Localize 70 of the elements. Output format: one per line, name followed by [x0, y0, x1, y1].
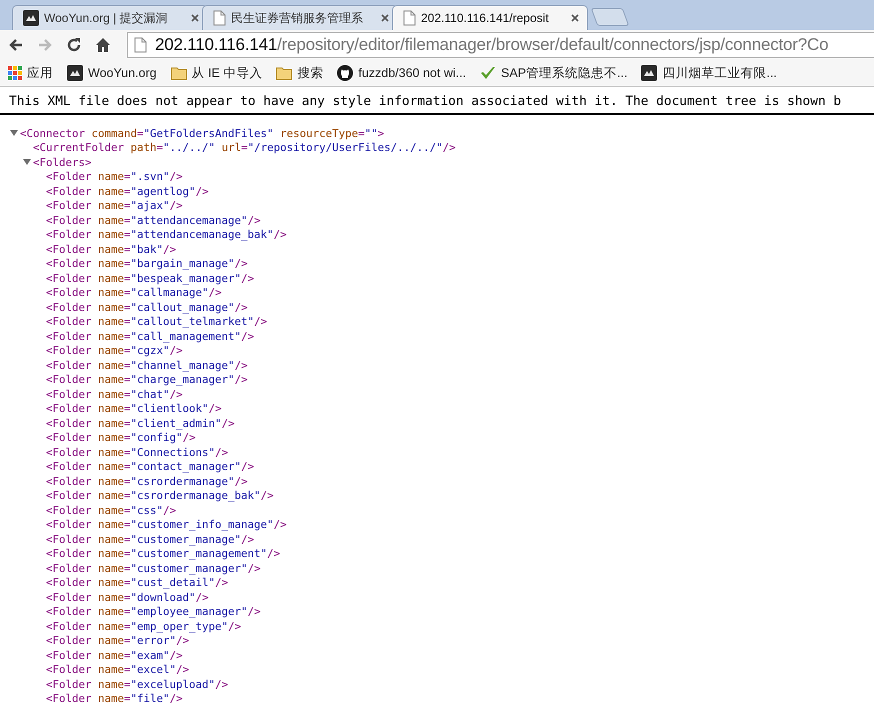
- xml-line: <Folder name="cgzx"/>: [46, 344, 183, 358]
- xml-line: <Folder name="attendancemanage"/>: [46, 214, 261, 227]
- check-icon: [480, 65, 496, 81]
- bookmark-item[interactable]: 应用: [8, 64, 53, 82]
- xml-line: <Folder name="charge_manager"/>: [46, 373, 248, 386]
- xml-line: <Connector command="GetFoldersAndFiles" resourceType="">: [20, 126, 384, 140]
- xml-notice: This XML file does not appear to have any style information associated with it. The document tree is shown b: [0, 87, 874, 115]
- page-icon: [134, 37, 147, 53]
- folder-icon: [276, 66, 292, 80]
- apps-grid-icon: [8, 66, 22, 80]
- close-icon[interactable]: [571, 14, 579, 22]
- home-icon[interactable]: [95, 37, 111, 53]
- xml-line: <Folder name="customer_manage"/>: [46, 532, 254, 546]
- xml-line: <Folder name="csrordermanage"/>: [46, 474, 248, 488]
- logo-icon: [67, 65, 83, 81]
- xml-line: <Folder name="employee_manager"/>: [46, 605, 261, 618]
- url-text: 202.110.116.141/repository/editor/filemanager/browser/default/connectors/jsp/connector?Co: [155, 35, 828, 55]
- back-icon[interactable]: [8, 37, 24, 53]
- xml-line: <Folder name="callout_telmarket"/>: [46, 315, 268, 328]
- xml-line: <Folder name="agentlog"/>: [46, 184, 209, 198]
- browser-tab[interactable]: 202.110.116.141/reposit: [392, 5, 588, 30]
- page-icon: [403, 10, 416, 26]
- xml-line: <Folders>: [33, 156, 92, 169]
- collapse-triangle-icon[interactable]: [23, 158, 31, 166]
- xml-line: <Folder name="customer_info_manage"/>: [46, 518, 287, 532]
- bookmark-item[interactable]: 搜索: [276, 64, 324, 82]
- xml-line: <Folder name="callmanage"/>: [46, 286, 222, 300]
- xml-line: <Folder name="css"/>: [46, 504, 176, 517]
- xml-line: <Folder name=".svn"/>: [46, 170, 183, 184]
- address-bar[interactable]: 202.110.116.141/repository/editor/filemanager/browser/default/connectors/jsp/connector?Co: [127, 32, 874, 58]
- xml-line: <Folder name="bespeak_manager"/>: [46, 272, 254, 285]
- xml-line: <Folder name="customer_manager"/>: [46, 562, 261, 575]
- xml-line: <Folder name="channel_manage"/>: [46, 358, 248, 372]
- xml-line: <Folder name="download"/>: [46, 590, 209, 604]
- xml-line: <Folder name="bargain_manage"/>: [46, 257, 248, 270]
- xml-line: <Folder name="config"/>: [46, 431, 196, 444]
- bookmark-item[interactable]: 从 IE 中导入: [170, 64, 262, 82]
- xml-line: <Folder name="clientlook"/>: [46, 402, 222, 416]
- bookmark-item[interactable]: fuzzdb/360 not wi...: [337, 65, 466, 81]
- logo-icon: [641, 65, 658, 81]
- bookmark-item[interactable]: SAP管理系统隐患不...: [480, 64, 628, 82]
- xml-line: <Folder name="file"/>: [46, 692, 183, 706]
- xml-line: <CurrentFolder path="../../" url="/repository/UserFiles/../../"/>: [33, 141, 456, 154]
- xml-line: <Folder name="excelupload"/>: [46, 678, 228, 691]
- close-icon[interactable]: [191, 14, 199, 22]
- xml-line: <Folder name="attendancemanage_bak"/>: [46, 228, 287, 242]
- xml-line: <Folder name="contact_manager"/>: [46, 460, 254, 474]
- folder-icon: [170, 66, 187, 80]
- xml-line: <Folder name="customer_management"/>: [46, 547, 280, 560]
- xml-line: <Folder name="call_management"/>: [46, 330, 254, 343]
- bookmark-item[interactable]: 四川烟草工业有限...: [641, 64, 777, 82]
- xml-line: <Folder name="error"/>: [46, 634, 190, 648]
- xml-line: <Folder name="cust_detail"/>: [46, 576, 228, 590]
- xml-line: <Folder name="bak"/>: [46, 242, 176, 256]
- octocat-icon: [337, 65, 354, 81]
- collapse-triangle-icon[interactable]: [10, 129, 18, 138]
- page-icon: [213, 10, 226, 26]
- reload-icon[interactable]: [66, 37, 82, 53]
- xml-line: <Folder name="Connections"/>: [46, 446, 228, 459]
- xml-line: <Folder name="emp_oper_type"/>: [46, 620, 242, 633]
- xml-line: <Folder name="callout_manage"/>: [46, 300, 248, 314]
- close-icon[interactable]: [381, 14, 389, 22]
- xml-line: <Folder name="exam"/>: [46, 648, 183, 662]
- xml-line: <Folder name="chat"/>: [46, 388, 183, 401]
- xml-line: <Folder name="csrordermanage_bak"/>: [46, 489, 274, 502]
- xml-line: <Folder name="client_admin"/>: [46, 416, 235, 430]
- xml-line: <Folder name="ajax"/>: [46, 199, 183, 212]
- logo-icon: [23, 10, 39, 26]
- xml-line: <Folder name="excel"/>: [46, 663, 190, 676]
- bookmark-item[interactable]: WooYun.org: [67, 65, 157, 81]
